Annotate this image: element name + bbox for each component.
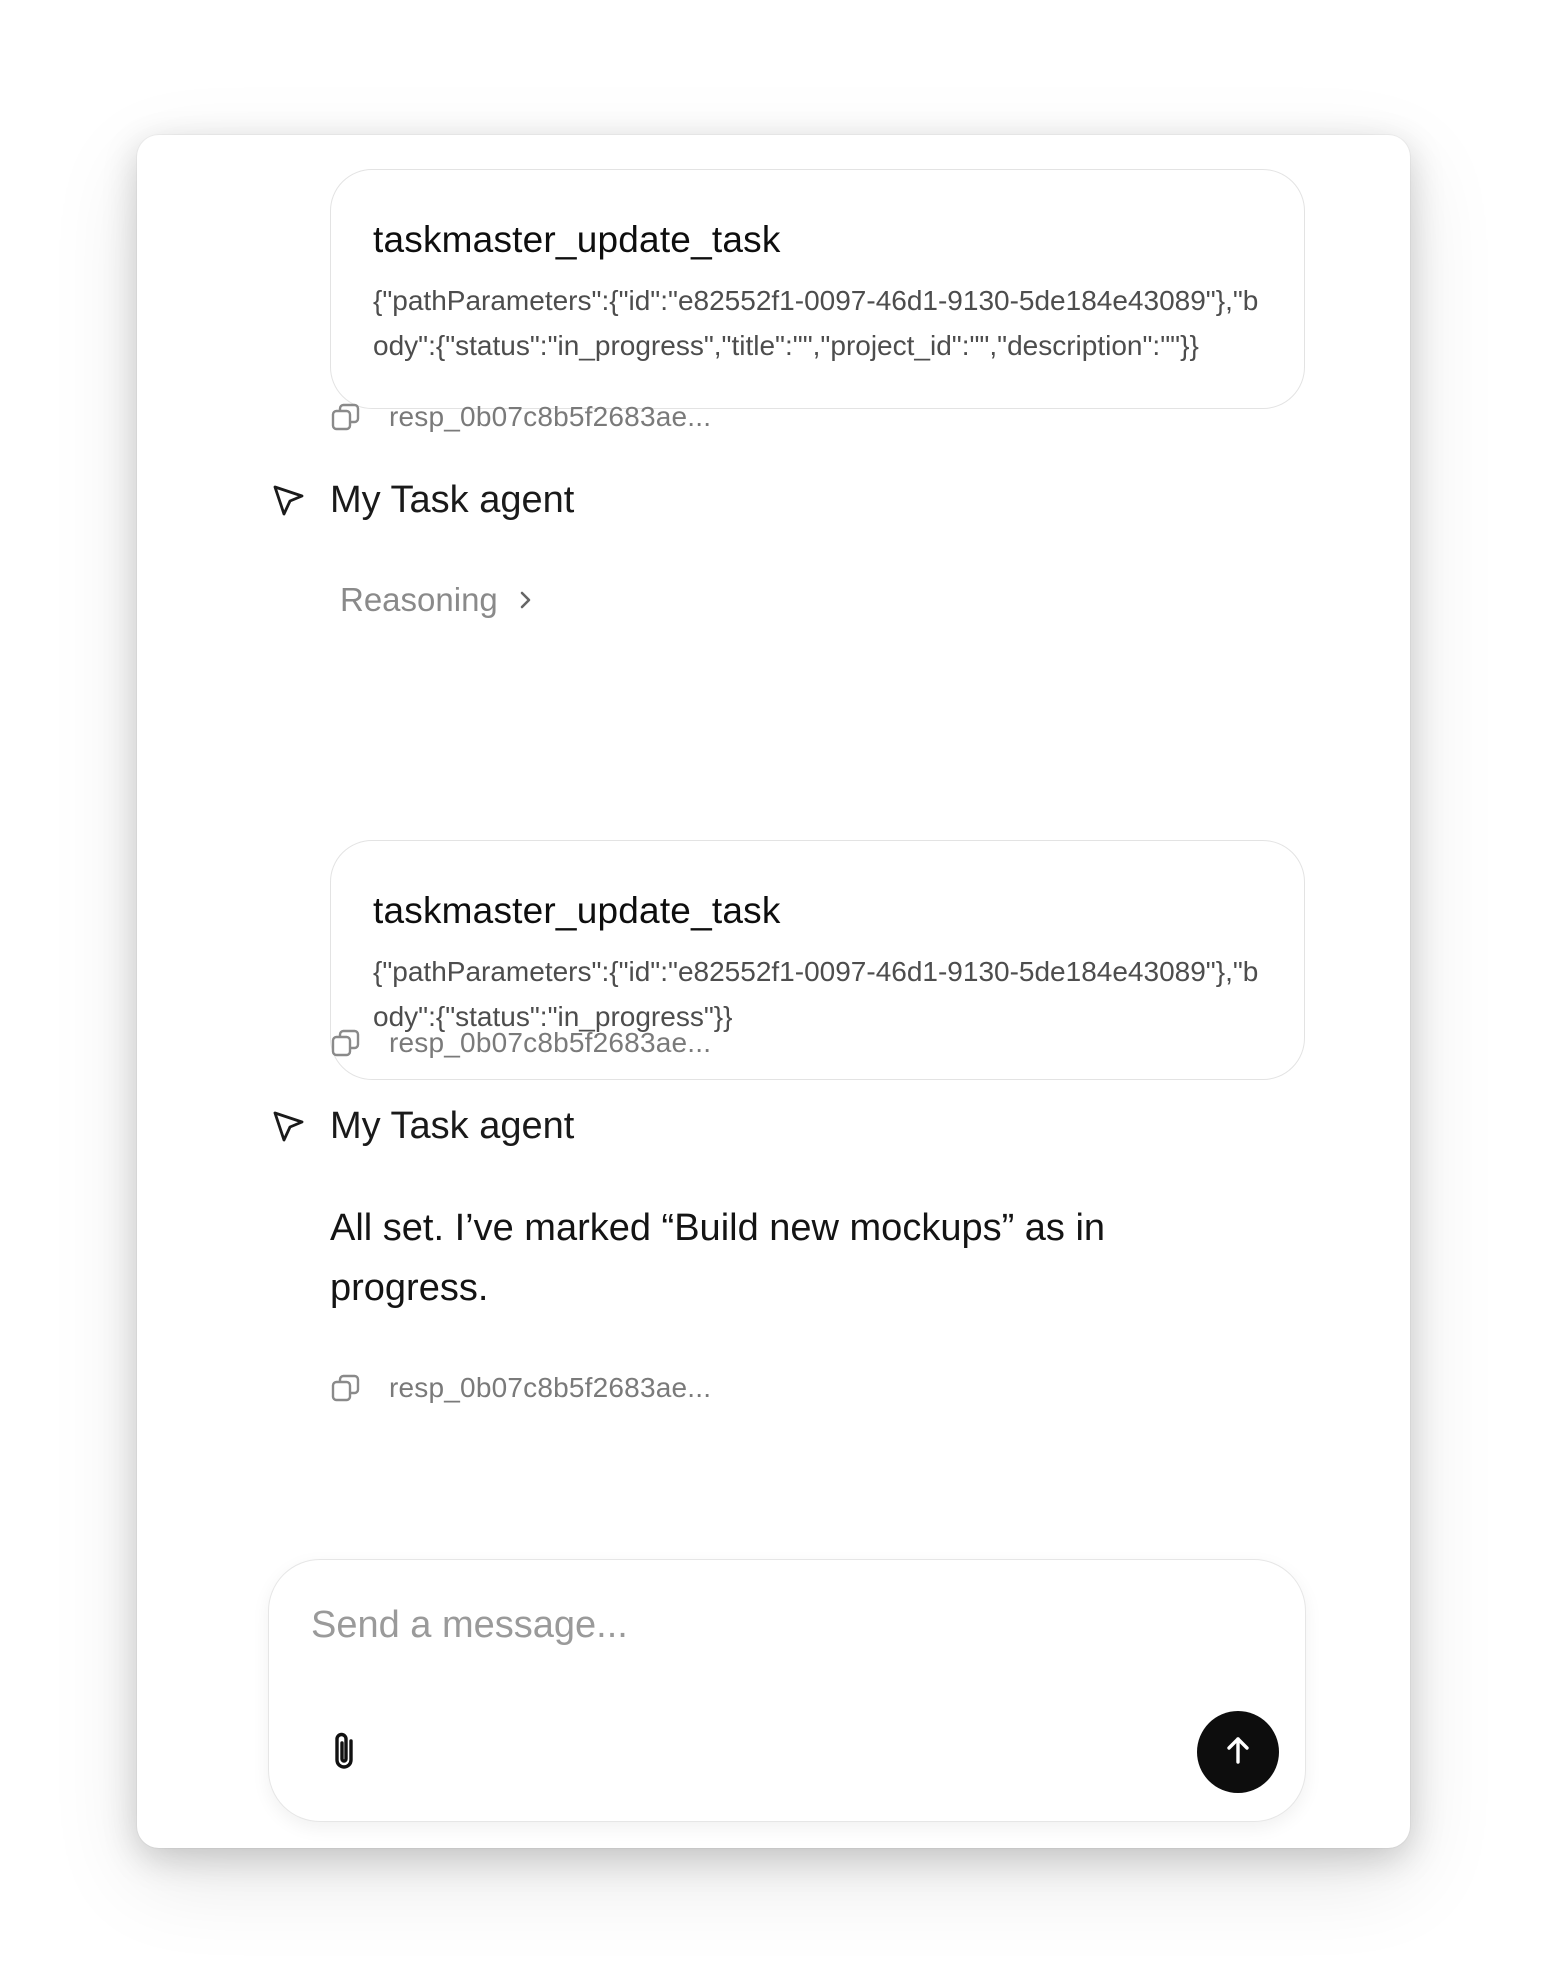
reasoning-label: Reasoning [340,581,498,618]
response-id-row: resp_0b07c8b5f2683ae... [330,1368,711,1408]
agent-name: My Task agent [330,478,575,521]
agent-name: My Task agent [330,1104,575,1147]
message-input[interactable] [309,1595,1209,1655]
tool-call-arguments: {"pathParameters":{"id":"e82552f1-0097-4… [373,285,1259,361]
copy-icon[interactable] [330,1372,362,1404]
copy-icon[interactable] [330,401,362,433]
assistant-message: All set. I’ve marked “Build new mockups”… [330,1207,1106,1309]
attach-button[interactable] [321,1725,367,1781]
tool-call-name: taskmaster_update_task [373,219,781,260]
reasoning-toggle[interactable]: Reasoning [340,575,536,625]
response-id: resp_0b07c8b5f2683ae... [389,401,712,432]
chevron-right-icon [514,589,536,611]
cursor-arrow-icon [271,1109,306,1144]
response-id: resp_0b07c8b5f2683ae... [389,1027,712,1058]
message-composer [268,1559,1306,1822]
copy-icon[interactable] [330,1027,362,1059]
tool-call-card[interactable]: taskmaster_update_task {"pathParameters"… [330,169,1305,409]
paperclip-icon [327,1729,361,1778]
arrow-up-icon [1221,1733,1255,1772]
response-id-row: resp_0b07c8b5f2683ae... [330,397,711,437]
send-button[interactable] [1197,1711,1279,1793]
chat-panel: taskmaster_update_task {"pathParameters"… [137,135,1410,1848]
agent-header: My Task agent [271,475,574,525]
response-id: resp_0b07c8b5f2683ae... [389,1372,712,1403]
cursor-arrow-icon [271,483,306,518]
agent-header: My Task agent [271,1101,574,1151]
response-id-row: resp_0b07c8b5f2683ae... [330,1023,711,1063]
tool-call-name: taskmaster_update_task [373,890,781,931]
